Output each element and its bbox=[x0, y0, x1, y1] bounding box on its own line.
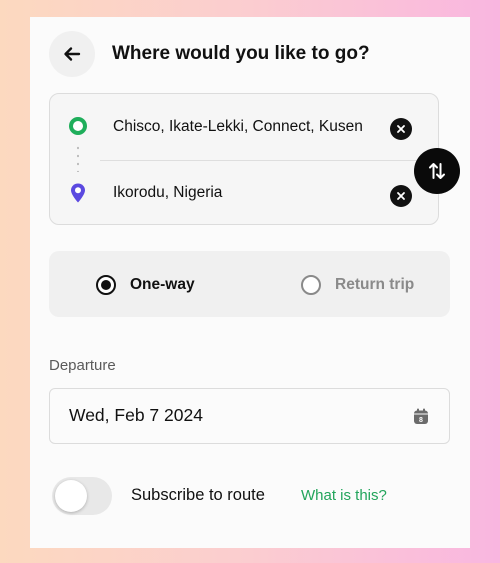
route-input-group: Chisco, Ikate-Lekki, Connect, Kusen Ikor… bbox=[49, 93, 439, 225]
route-connector bbox=[77, 144, 79, 172]
trip-type-selector: One-way Return trip bbox=[49, 251, 450, 317]
clear-origin-button[interactable] bbox=[390, 118, 412, 140]
clear-destination-button[interactable] bbox=[390, 185, 412, 207]
what-is-this-link[interactable]: What is this? bbox=[301, 487, 387, 504]
back-button[interactable] bbox=[49, 31, 95, 77]
close-icon bbox=[397, 192, 405, 200]
one-way-radio[interactable] bbox=[96, 275, 116, 295]
calendar-icon[interactable]: 8 bbox=[413, 408, 429, 425]
return-trip-label[interactable]: Return trip bbox=[335, 276, 414, 294]
departure-date-field[interactable]: Wed, Feb 7 2024 8 bbox=[49, 388, 450, 444]
destination-field[interactable]: Ikorodu, Nigeria bbox=[113, 184, 222, 202]
origin-circle-icon bbox=[69, 117, 87, 135]
return-trip-radio[interactable] bbox=[301, 275, 321, 295]
departure-label: Departure bbox=[49, 357, 116, 374]
back-arrow-icon bbox=[64, 47, 81, 61]
swap-locations-button[interactable] bbox=[414, 148, 460, 194]
page-title: Where would you like to go? bbox=[112, 43, 370, 64]
location-pin-icon bbox=[71, 183, 85, 203]
route-divider bbox=[100, 160, 438, 161]
toggle-knob bbox=[55, 480, 87, 512]
departure-date-value: Wed, Feb 7 2024 bbox=[69, 405, 203, 425]
subscribe-toggle[interactable] bbox=[52, 477, 112, 515]
subscribe-label: Subscribe to route bbox=[131, 486, 265, 504]
trip-search-card: Where would you like to go? Chisco, Ikat… bbox=[30, 17, 470, 548]
calendar-day-number: 8 bbox=[419, 417, 423, 424]
origin-field[interactable]: Chisco, Ikate-Lekki, Connect, Kusen bbox=[113, 118, 363, 136]
close-icon bbox=[397, 125, 405, 133]
swap-icon bbox=[429, 163, 445, 179]
one-way-label[interactable]: One-way bbox=[130, 276, 195, 294]
